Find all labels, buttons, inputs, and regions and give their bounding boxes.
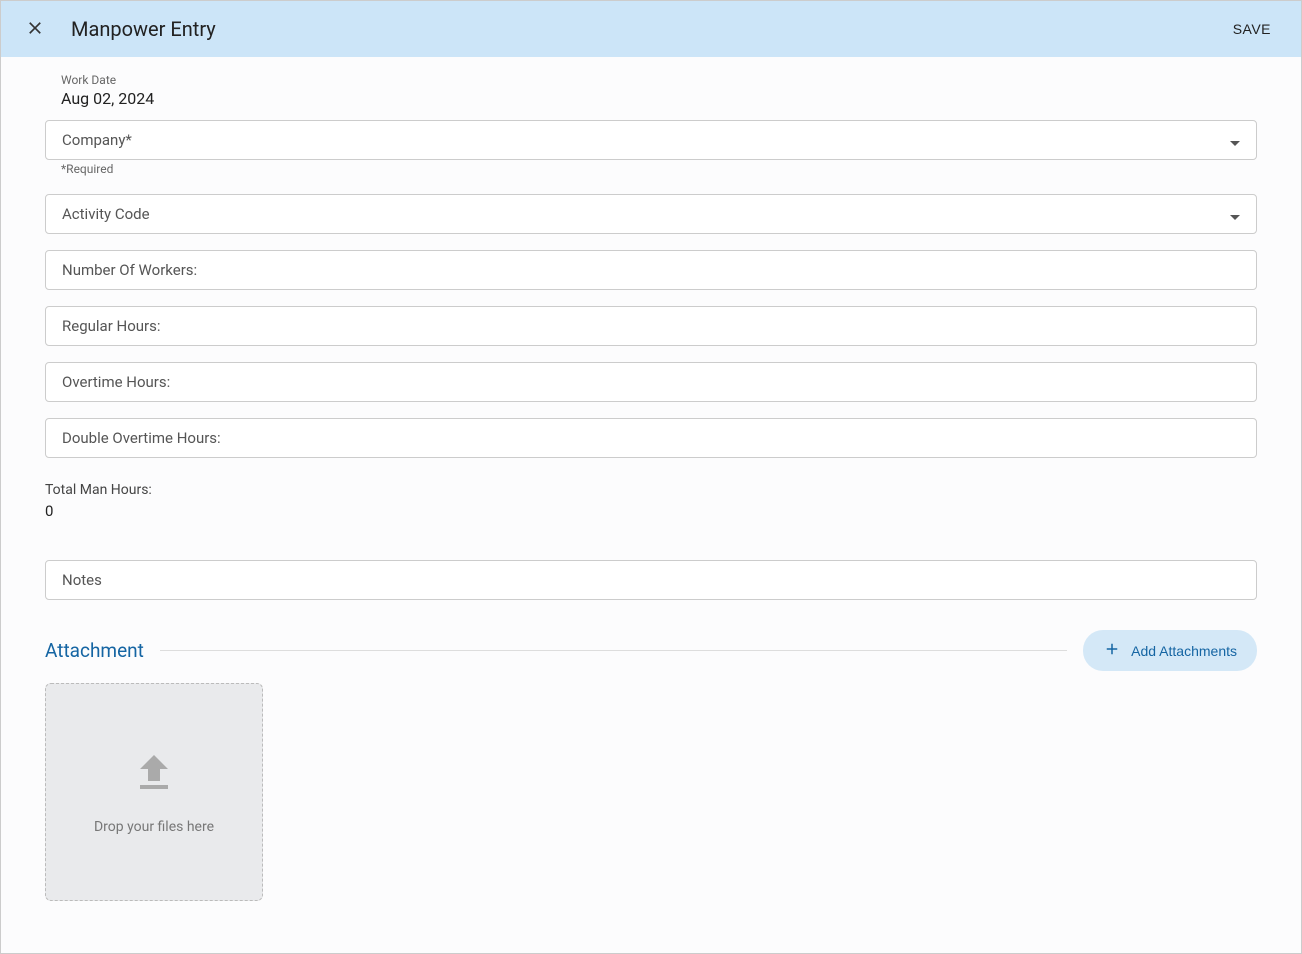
modal-content: Work Date Aug 02, 2024 Company* *Require… bbox=[1, 57, 1301, 953]
plus-icon bbox=[1103, 640, 1121, 661]
activity-code-label: Activity Code bbox=[62, 205, 150, 223]
attachment-section-header: Attachment Add Attachments bbox=[45, 630, 1257, 671]
close-icon bbox=[25, 18, 45, 41]
upload-icon bbox=[130, 749, 178, 819]
close-button[interactable] bbox=[19, 12, 51, 47]
double-overtime-input[interactable]: Double Overtime Hours: bbox=[45, 418, 1257, 458]
save-button[interactable]: SAVE bbox=[1221, 13, 1283, 45]
double-overtime-label: Double Overtime Hours: bbox=[62, 429, 221, 447]
add-attachments-label: Add Attachments bbox=[1131, 643, 1237, 659]
attachment-title: Attachment bbox=[45, 639, 144, 662]
dropzone-text: Drop your files here bbox=[94, 819, 214, 835]
regular-hours-label: Regular Hours: bbox=[62, 317, 160, 335]
file-dropzone[interactable]: Drop your files here bbox=[45, 683, 263, 901]
total-man-hours-label: Total Man Hours: bbox=[45, 482, 1257, 498]
notes-label: Notes bbox=[62, 571, 102, 589]
company-helper-text: *Required bbox=[61, 162, 1257, 176]
work-date-value: Aug 02, 2024 bbox=[61, 89, 1257, 108]
add-attachments-button[interactable]: Add Attachments bbox=[1083, 630, 1257, 671]
modal-header: Manpower Entry SAVE bbox=[1, 1, 1301, 57]
workers-input[interactable]: Number Of Workers: bbox=[45, 250, 1257, 290]
activity-code-select[interactable]: Activity Code bbox=[45, 194, 1257, 234]
company-select[interactable]: Company* bbox=[45, 120, 1257, 160]
regular-hours-input[interactable]: Regular Hours: bbox=[45, 306, 1257, 346]
modal-title: Manpower Entry bbox=[71, 17, 216, 41]
total-man-hours-value: 0 bbox=[45, 502, 1257, 520]
divider bbox=[160, 650, 1067, 651]
work-date-label: Work Date bbox=[61, 73, 1257, 87]
company-select-label: Company* bbox=[62, 131, 132, 149]
overtime-hours-label: Overtime Hours: bbox=[62, 373, 170, 391]
overtime-hours-input[interactable]: Overtime Hours: bbox=[45, 362, 1257, 402]
chevron-down-icon bbox=[1230, 131, 1240, 150]
notes-input[interactable]: Notes bbox=[45, 560, 1257, 600]
workers-label: Number Of Workers: bbox=[62, 261, 197, 279]
chevron-down-icon bbox=[1230, 205, 1240, 224]
